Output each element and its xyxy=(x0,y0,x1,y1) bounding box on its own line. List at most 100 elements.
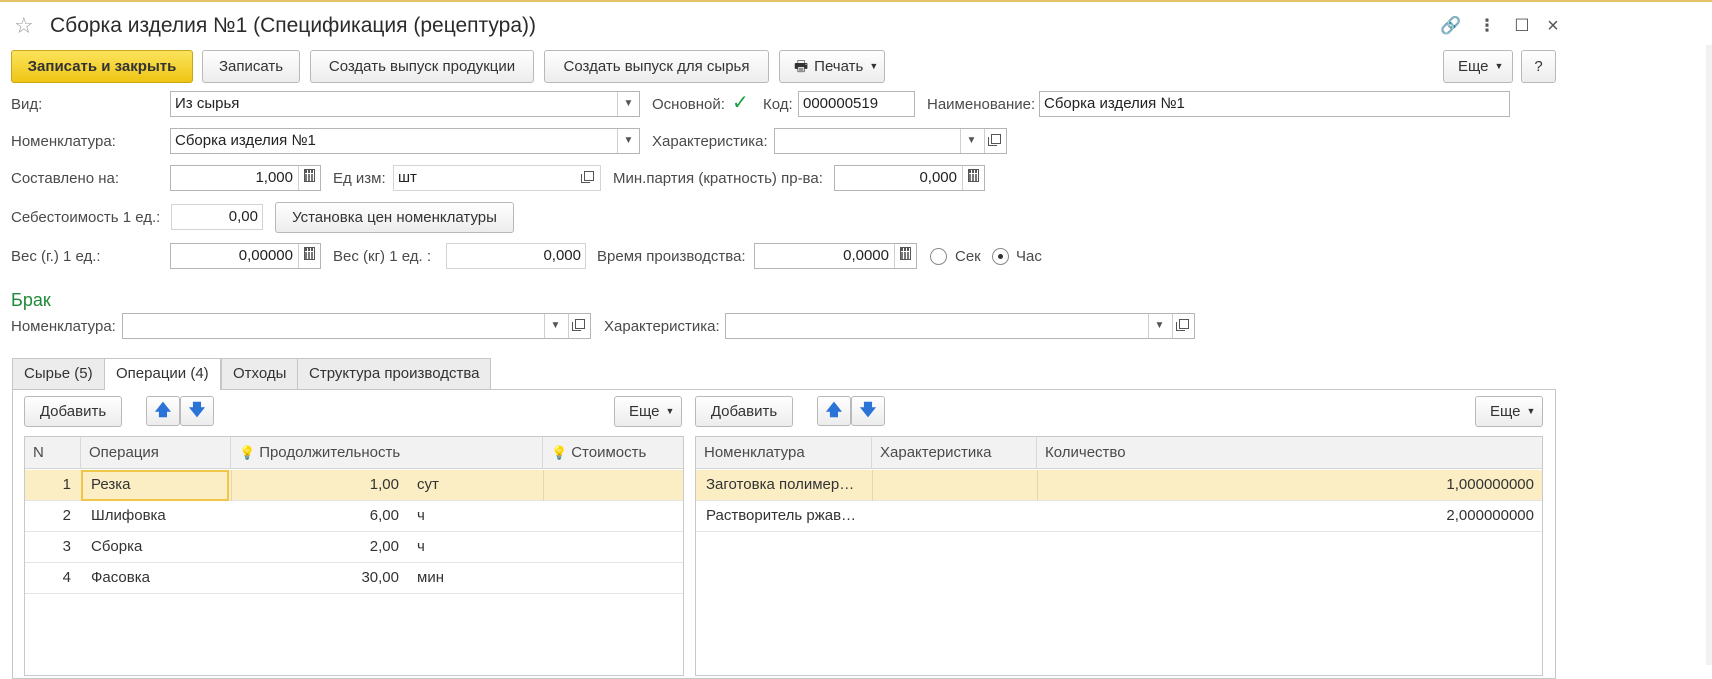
composed-field[interactable]: 1,000 xyxy=(170,165,321,191)
table-row[interactable]: 4 Фасовка 30,00 мин xyxy=(25,563,683,594)
maximize-icon[interactable]: ☐ xyxy=(1510,14,1534,38)
open-icon[interactable] xyxy=(578,166,600,190)
operations-table-header: N Операция 💡 Продолжительность 💡 Стоимость xyxy=(25,437,683,469)
tab-operations[interactable]: Операции (4) xyxy=(104,358,221,390)
close-icon[interactable]: × xyxy=(1541,14,1565,38)
main-label: Основной: xyxy=(652,96,725,113)
table-row[interactable]: Растворитель ржав… 2,000000000 xyxy=(696,501,1542,532)
help-button[interactable]: ? xyxy=(1521,50,1556,83)
move-down-icon[interactable]: 🡇 xyxy=(180,396,214,426)
table-row[interactable]: 3 Сборка 2,00 ч xyxy=(25,532,683,563)
materials-table-header: Номенклатура Характеристика Количество xyxy=(696,437,1542,469)
weight-g-field[interactable]: 0,00000 xyxy=(170,243,321,269)
row-duration-unit: сут xyxy=(417,476,439,493)
tab-production-structure[interactable]: Структура производства xyxy=(297,358,492,389)
materials-table: Номенклатура Характеристика Количество З… xyxy=(695,436,1543,676)
main-checkbox[interactable]: ✓ xyxy=(732,93,752,114)
weight-kg-field[interactable]: 0,000 xyxy=(446,243,586,269)
window-top-accent xyxy=(0,0,1712,2)
dropdown-arrow-icon: ▼ xyxy=(869,61,879,71)
lightbulb-icon: 💡 xyxy=(239,445,256,460)
print-button[interactable]: 🖶 Печать ▼ xyxy=(779,50,885,83)
calculator-icon[interactable] xyxy=(298,166,320,190)
char-label: Характеристика: xyxy=(652,133,768,150)
open-icon[interactable] xyxy=(984,129,1006,153)
move-up-icon[interactable]: 🡅 xyxy=(817,396,851,426)
unit-field[interactable]: шт xyxy=(393,165,601,191)
save-button[interactable]: Записать xyxy=(202,50,300,83)
minbatch-field[interactable]: 0,000 xyxy=(834,165,985,191)
dropdown-arrow-icon[interactable]: ▼ xyxy=(617,92,639,116)
defect-section-title: Брак xyxy=(11,290,51,310)
tab-waste[interactable]: Отходы xyxy=(221,358,299,389)
row-nomenclature: Заготовка полимер… xyxy=(706,476,855,493)
row-operation: Фасовка xyxy=(91,569,150,586)
row-duration: 30,00 xyxy=(361,569,399,586)
defect-char-select[interactable]: ▼ xyxy=(725,313,1195,339)
dropdown-arrow-icon[interactable]: ▼ xyxy=(617,129,639,153)
radio-hour[interactable] xyxy=(992,248,1009,265)
unit-label: Ед изм: xyxy=(333,170,386,187)
left-add-button[interactable]: Добавить xyxy=(24,396,122,427)
col-n[interactable]: N xyxy=(25,437,81,469)
dropdown-arrow-icon: ▼ xyxy=(1526,406,1536,416)
right-more-button[interactable]: Еще ▼ xyxy=(1475,396,1543,427)
col-cost[interactable]: 💡 Стоимость xyxy=(543,437,683,469)
print-label: Печать xyxy=(814,58,864,75)
set-prices-button[interactable]: Установка цен номенклатуры xyxy=(275,202,514,233)
more-menu-icon[interactable]: ⋮ xyxy=(1475,14,1499,38)
weight-kg-label: Вес (кг) 1 ед. : xyxy=(333,248,431,265)
favorite-star-icon[interactable]: ☆ xyxy=(14,14,34,38)
row-characteristic xyxy=(882,501,1032,532)
dropdown-arrow-icon[interactable]: ▼ xyxy=(544,314,566,338)
cost-field[interactable]: 0,00 xyxy=(171,204,263,230)
tab-raw-materials[interactable]: Сырье (5) xyxy=(12,358,105,389)
create-raw-release-button[interactable]: Создать выпуск для сырья xyxy=(544,50,769,83)
window-scrollbar[interactable] xyxy=(1706,45,1712,665)
calculator-icon[interactable] xyxy=(894,244,916,268)
calculator-icon[interactable] xyxy=(962,166,984,190)
calculator-icon[interactable] xyxy=(298,244,320,268)
defect-char-label: Характеристика: xyxy=(604,318,720,335)
radio-hour-label: Час xyxy=(1016,248,1042,265)
prod-time-value: 0,0000 xyxy=(843,247,889,264)
col-quantity[interactable]: Количество xyxy=(1037,437,1542,469)
more-button[interactable]: Еще ▼ xyxy=(1443,50,1513,83)
nomen-select[interactable]: Сборка изделия №1 ▼ xyxy=(170,128,640,154)
dropdown-arrow-icon: ▼ xyxy=(665,406,675,416)
open-icon[interactable] xyxy=(1172,314,1194,338)
composed-label: Составлено на: xyxy=(11,170,120,187)
weight-g-value: 0,00000 xyxy=(238,247,293,264)
name-field[interactable]: Сборка изделия №1 xyxy=(1039,91,1510,117)
right-add-button[interactable]: Добавить xyxy=(695,396,793,427)
dropdown-arrow-icon[interactable]: ▼ xyxy=(960,129,982,153)
col-operation[interactable]: Операция xyxy=(81,437,231,469)
prod-time-field[interactable]: 0,0000 xyxy=(754,243,917,269)
radio-sec[interactable] xyxy=(930,248,947,265)
printer-icon: 🖶 xyxy=(794,58,809,75)
vid-value: Из сырья xyxy=(175,95,240,112)
code-field[interactable]: 000000519 xyxy=(798,91,915,117)
prod-time-label: Время производства: xyxy=(597,248,746,265)
save-and-close-button[interactable]: Записать и закрыть xyxy=(11,50,193,83)
col-characteristic[interactable]: Характеристика xyxy=(872,437,1037,469)
char-select[interactable]: ▼ xyxy=(774,128,1007,154)
table-row[interactable]: Заготовка полимер… 1,000000000 xyxy=(696,470,1542,501)
link-icon[interactable]: 🔗 xyxy=(1439,14,1463,38)
row-n: 2 xyxy=(62,507,71,524)
row-n: 1 xyxy=(62,476,71,493)
row-quantity: 1,000000000 xyxy=(1446,476,1534,493)
row-cost xyxy=(551,470,671,501)
dropdown-arrow-icon[interactable]: ▼ xyxy=(1148,314,1170,338)
table-row[interactable]: 2 Шлифовка 6,00 ч xyxy=(25,501,683,532)
defect-nomen-select[interactable]: ▼ xyxy=(122,313,591,339)
vid-select[interactable]: Из сырья ▼ xyxy=(170,91,640,117)
weight-g-label: Вес (г.) 1 ед.: xyxy=(11,248,101,265)
create-product-release-button[interactable]: Создать выпуск продукции xyxy=(310,50,534,83)
open-icon[interactable] xyxy=(568,314,590,338)
move-up-icon[interactable]: 🡅 xyxy=(146,396,180,426)
left-more-button[interactable]: Еще ▼ xyxy=(614,396,682,427)
col-duration[interactable]: 💡 Продолжительность xyxy=(231,437,543,469)
move-down-icon[interactable]: 🡇 xyxy=(851,396,885,426)
col-nomenclature[interactable]: Номенклатура xyxy=(696,437,872,469)
